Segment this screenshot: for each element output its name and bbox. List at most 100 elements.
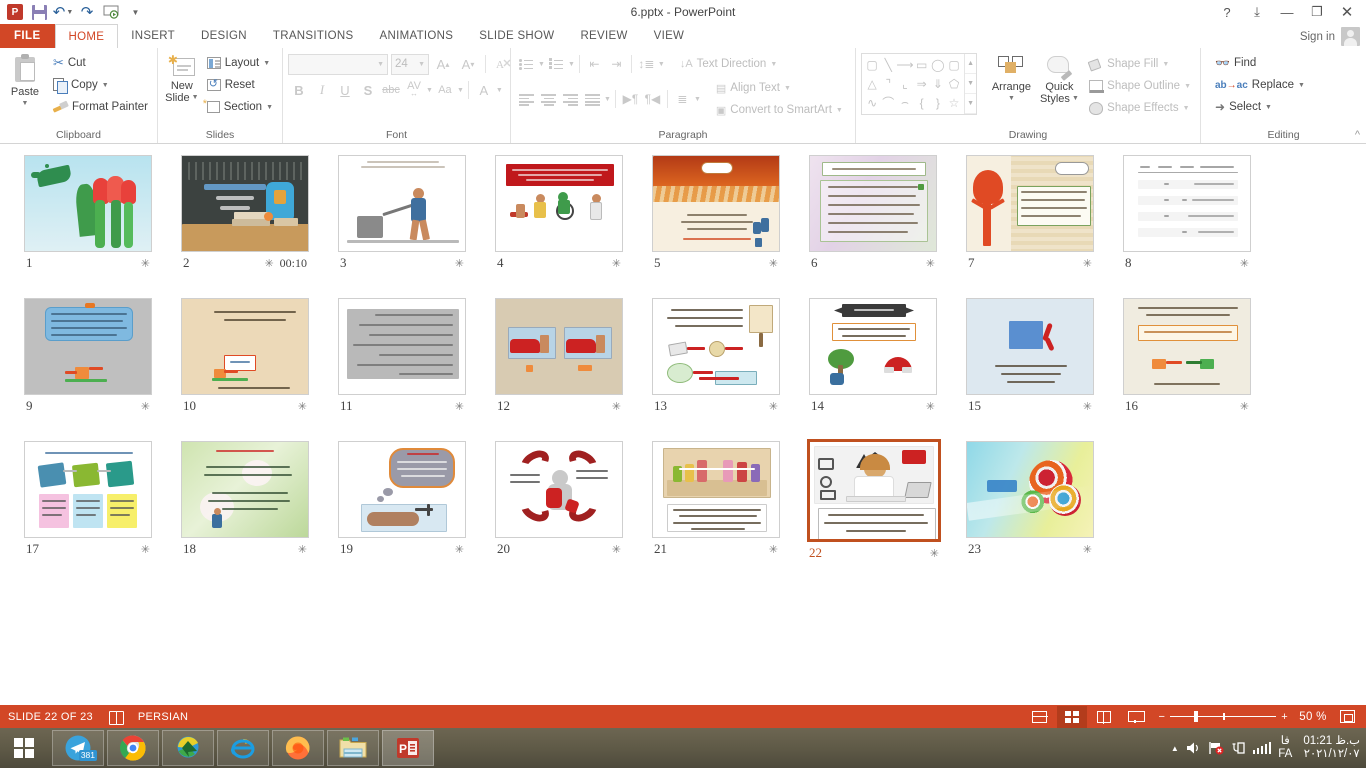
slide-thumbnail-16[interactable]: 16 ✳ [1123,298,1251,414]
slide-thumbnail-13[interactable]: 13 ✳ [652,298,780,414]
minimize-button[interactable]: — [1272,1,1302,23]
shape-rectangle-icon[interactable]: ▭ [914,56,930,75]
shape-down-arrow-icon[interactable]: ⇓ [930,75,946,94]
start-button[interactable] [0,728,48,768]
slide-thumbnail-5[interactable]: 5 ✳ [652,155,780,271]
volume-icon[interactable] [1186,741,1201,755]
increase-font-size-button[interactable]: A▴ [432,53,454,75]
animation-star-icon[interactable]: ✳ [612,257,621,270]
animation-star-icon[interactable]: ✳ [769,257,778,270]
text-shadow-button[interactable]: S [357,79,379,101]
slide-thumbnail-7[interactable]: 7 ✳ [966,155,1094,271]
numbering-button[interactable] [546,54,567,75]
shape-arc-icon[interactable]: ⌒ [880,93,896,112]
slide-thumbnail-19[interactable]: 19 ✳ [338,441,466,557]
reset-button[interactable]: Reset [203,74,277,96]
normal-view-button[interactable] [1025,706,1055,728]
shape-rounded-rectangle-icon[interactable]: ▢ [946,56,962,75]
cut-button[interactable]: ✂ Cut [49,52,152,74]
zoom-track[interactable] [1170,716,1276,718]
shape-curve-icon[interactable]: ⌢ [896,93,913,112]
line-spacing-button[interactable]: ↕≣ [636,54,657,75]
animation-star-icon[interactable]: ✳ [298,400,307,413]
decrease-font-size-button[interactable]: A▾ [457,53,479,75]
slide-thumbnail-12[interactable]: 12 ✳ [495,298,623,414]
slide-sorter-view-button[interactable] [1057,706,1087,728]
columns-button[interactable]: ≣ [672,89,693,110]
animation-star-icon[interactable]: ✳ [455,543,464,556]
slide-show-button[interactable] [1121,706,1151,728]
shapes-gallery-scrollbar[interactable]: ▲ ▼ ▼ [964,54,976,114]
zoom-handle[interactable] [1194,711,1198,722]
slide-sorter-pane[interactable]: 1 ✳ 2 ✳ [0,145,1366,705]
animation-star-icon[interactable]: ✳ [612,400,621,413]
animation-star-icon[interactable]: ✳ [1240,257,1249,270]
shape-right-arrow-icon[interactable]: ⇒ [914,75,930,94]
tab-design[interactable]: DESIGN [188,24,260,48]
language-indicator[interactable]: فا FA [1278,735,1292,761]
strikethrough-button[interactable]: abc [380,79,402,101]
ltr-text-direction-button[interactable]: ▶¶ [620,89,641,110]
slide-thumbnail-9[interactable]: 9 ✳ [24,298,152,414]
slide-thumbnail-14[interactable]: 14 ✳ [809,298,937,414]
italic-button[interactable]: I [311,79,333,101]
animation-star-icon[interactable]: ✳ [926,400,935,413]
character-spacing-button[interactable]: AV↔ [403,79,425,101]
animation-star-icon[interactable]: ✳ [264,257,273,270]
align-right-button[interactable] [560,89,581,110]
slide-thumbnail-15[interactable]: 15 ✳ [966,298,1094,414]
justify-button[interactable] [582,89,603,110]
customize-qat-icon[interactable]: ▼ [124,2,146,22]
animation-star-icon[interactable]: ✳ [1083,257,1092,270]
slide-thumbnail-4[interactable]: 4 ✳ [495,155,623,271]
animation-star-icon[interactable]: ✳ [1083,543,1092,556]
taskbar-app-firefox[interactable] [272,730,324,766]
quick-styles-button[interactable]: Quick Styles ▼ [1038,53,1081,105]
shapes-more-icon[interactable]: ▼ [965,94,976,114]
slide-thumbnail-21[interactable]: 21 ✳ [652,441,780,557]
align-left-button[interactable] [516,89,537,110]
help-button[interactable]: ? [1212,1,1242,23]
copy-button[interactable]: Copy ▼ [49,74,152,96]
increase-indent-button[interactable]: ⇥ [606,54,627,75]
show-hidden-icons-button[interactable]: ▲ [1171,744,1179,753]
align-text-button[interactable]: ▤ Align Text ▼ [712,77,847,99]
section-button[interactable]: Section ▼ [203,96,277,118]
redo-icon[interactable]: ↷ [76,2,98,22]
tab-review[interactable]: REVIEW [567,24,640,48]
shape-elbow-arrow-icon[interactable]: ⌞ [896,75,913,94]
select-button[interactable]: ➜ Select ▼ [1211,96,1309,118]
slide-thumbnail-2[interactable]: 2 ✳ 00:10 [181,155,309,271]
convert-to-smartart-button[interactable]: ▣ Convert to SmartArt ▼ [712,99,847,121]
reading-view-button[interactable] [1089,706,1119,728]
tab-home[interactable]: HOME [55,24,119,48]
clock[interactable]: 01:21 ب.ظ ۲۰۲۱/۱۲/۰۷ [1299,735,1360,761]
shapes-scroll-down-icon[interactable]: ▼ [965,74,976,94]
slide-count-label[interactable]: SLIDE 22 OF 23 [8,711,93,723]
shape-effects-button[interactable]: Shape Effects ▼ [1085,97,1195,119]
fit-slide-to-window-button[interactable] [1332,706,1362,728]
language-label[interactable]: PERSIAN [138,711,188,723]
layout-button[interactable]: Layout ▼ [203,52,277,74]
taskbar-app-internet-explorer[interactable] [217,730,269,766]
shape-elbow-connector-icon[interactable]: ⌝ [880,75,896,94]
bullets-button[interactable] [516,54,537,75]
tab-view[interactable]: VIEW [641,24,698,48]
signal-strength-icon[interactable] [1253,742,1272,754]
animation-star-icon[interactable]: ✳ [612,543,621,556]
zoom-in-button[interactable]: + [1281,711,1288,723]
shape-pentagon-icon[interactable]: ⬠ [946,75,962,94]
animation-star-icon[interactable]: ✳ [298,543,307,556]
taskbar-app-powerpoint[interactable]: P [382,730,434,766]
zoom-level-label[interactable]: 50 % [1296,711,1330,723]
tab-animations[interactable]: ANIMATIONS [367,24,467,48]
network-icon[interactable] [1231,741,1246,755]
shape-text-box-icon[interactable]: ▢ [864,56,880,75]
animation-star-icon[interactable]: ✳ [141,400,150,413]
font-size-input[interactable]: 24 ▼ [391,54,429,75]
shapes-scroll-up-icon[interactable]: ▲ [965,54,976,74]
font-name-input[interactable]: ▼ [288,54,388,75]
slide-thumbnail-10[interactable]: 10 ✳ [181,298,309,414]
taskbar-app-chrome[interactable] [107,730,159,766]
animation-star-icon[interactable]: ✳ [769,543,778,556]
